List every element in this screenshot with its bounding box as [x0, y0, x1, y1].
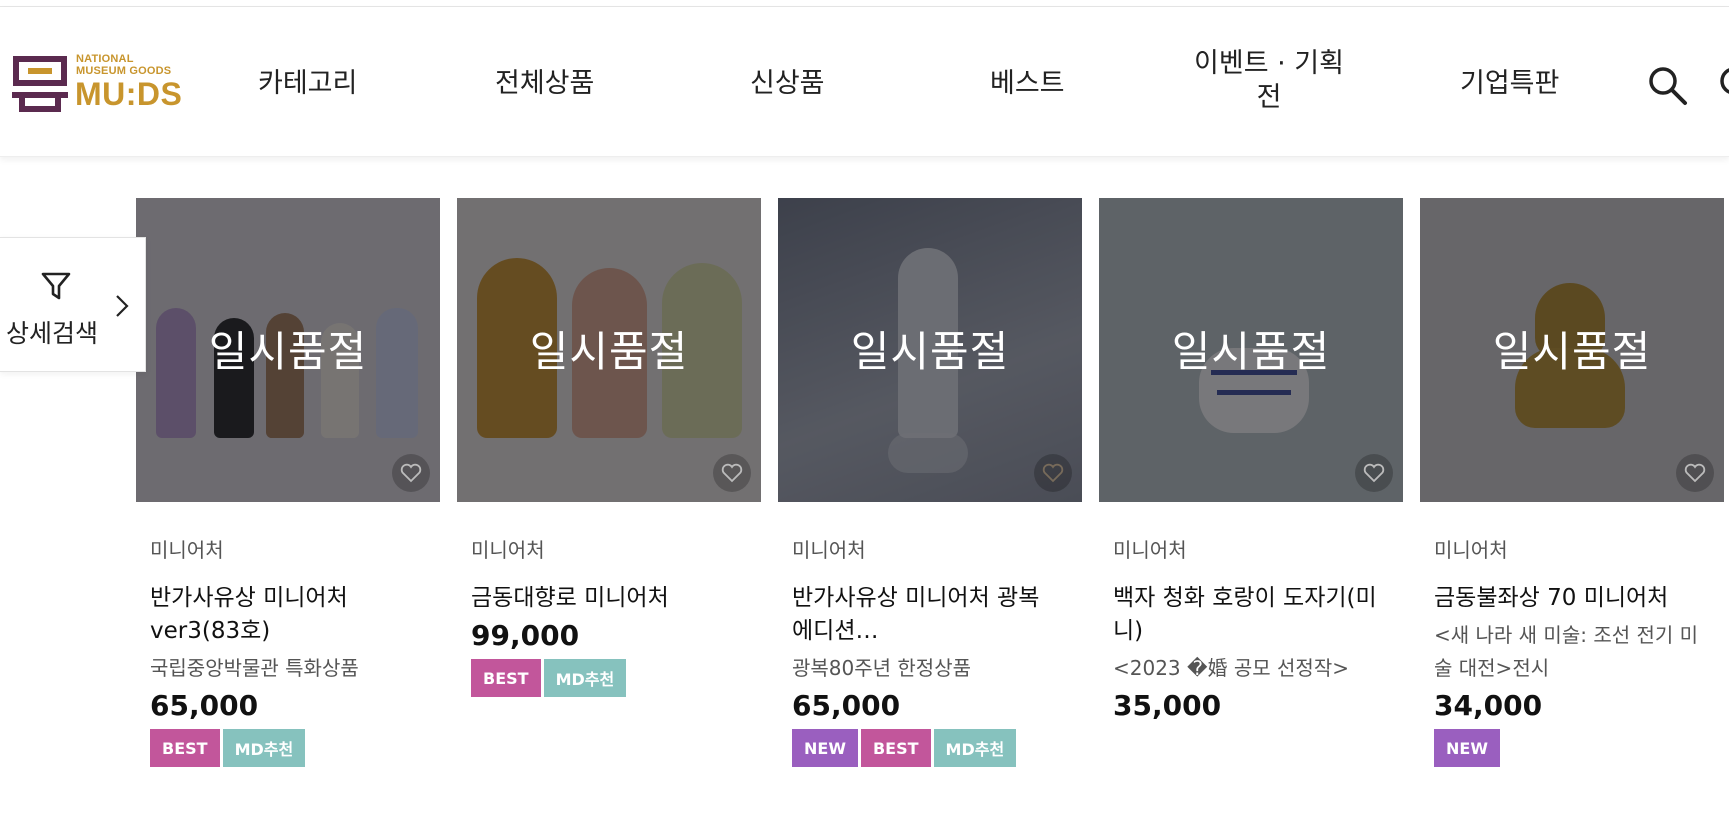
product-image[interactable]: 일시품절 [457, 198, 761, 502]
badge-new: NEW [792, 729, 858, 767]
chevron-right-icon [116, 295, 129, 317]
wishlist-heart-icon[interactable] [392, 454, 430, 492]
product-card[interactable]: 일시품절 미니어처 금동대향로 미니어처 99,000 BEST MD추천 [457, 198, 761, 697]
nav-all-products[interactable]: 전체상품 [495, 67, 594, 101]
badge-best: BEST [150, 729, 220, 767]
soldout-label: 일시품절 [1492, 327, 1652, 376]
product-card[interactable]: 일시품절 미니어처 백자 청화 호랑이 도자기(미 니) <2023 �婚 공모… [1099, 198, 1403, 723]
funnel-icon [41, 272, 71, 300]
soldout-label: 일시품절 [850, 327, 1010, 376]
detail-search-toggle[interactable]: 상세검색 [0, 237, 146, 372]
soldout-label: 일시품절 [529, 327, 689, 376]
product-image[interactable]: 일시품절 [136, 198, 440, 502]
product-category: 미니어처 [471, 538, 545, 562]
nav-best[interactable]: 베스트 [990, 67, 1065, 101]
product-name[interactable]: 금동대향로 미니어처 [471, 582, 751, 615]
product-card[interactable]: 일시품절 미니어처 반가사유상 미니어처 ver3(83호) 국립중앙박물관 특… [136, 198, 440, 767]
wishlist-heart-icon[interactable] [1355, 454, 1393, 492]
wishlist-heart-icon[interactable] [713, 454, 751, 492]
site-header: NATIONAL MUSEUM GOODS MU:DS 카테고리 전체상품 신상… [0, 7, 1729, 157]
product-image[interactable]: 일시품절 [1099, 198, 1403, 502]
product-subtitle: <2023 �婚 공모 선정작> [1113, 656, 1349, 680]
badge-new: NEW [1434, 729, 1500, 767]
badge-group: BEST MD추천 [471, 659, 751, 697]
logo-wordmark: MU:DS [75, 76, 183, 112]
badge-md-pick: MD추천 [933, 729, 1017, 767]
nav-corporate-sales[interactable]: 기업특판 [1460, 67, 1559, 101]
product-category: 미니어처 [792, 538, 866, 562]
product-name[interactable]: 금동불좌상 70 미니어처 [1434, 582, 1714, 615]
product-card[interactable]: 일시품절 미니어처 금동불좌상 70 미니어처 <새 나라 새 미술: 조선 전… [1420, 198, 1724, 767]
muds-logo-mark [12, 56, 68, 112]
nav-new-products[interactable]: 신상품 [750, 67, 825, 101]
product-category: 미니어처 [1113, 538, 1187, 562]
wishlist-heart-icon[interactable] [1676, 454, 1714, 492]
product-price: 34,000 [1434, 689, 1543, 722]
soldout-label: 일시품절 [1171, 327, 1331, 376]
product-subtitle: 국립중앙박물관 특화상품 [150, 656, 359, 680]
product-price: 65,000 [150, 689, 259, 722]
product-price: 35,000 [1113, 689, 1222, 722]
badge-group: NEW BEST MD추천 [792, 729, 1072, 767]
product-image[interactable]: 일시품절 [1420, 198, 1724, 502]
product-subtitle: 광복80주년 한정상품 [792, 656, 972, 680]
badge-best: BEST [471, 659, 541, 697]
wishlist-heart-icon[interactable] [1034, 454, 1072, 492]
product-image[interactable]: 일시품절 [778, 198, 1082, 502]
product-category: 미니어처 [1434, 538, 1508, 562]
detail-search-label: 상세검색 [6, 319, 99, 348]
product-price: 65,000 [792, 689, 901, 722]
product-subtitle: <새 나라 새 미술: 조선 전기 미 술 대전>전시 [1434, 623, 1699, 680]
brand-logo[interactable]: NATIONAL MUSEUM GOODS MU:DS [12, 51, 182, 121]
soldout-label: 일시품절 [208, 327, 368, 376]
search-icon-secondary[interactable] [1718, 65, 1729, 107]
product-card[interactable]: 일시품절 미니어처 반가사유상 미니어처 광복 에디션… 광복80주년 한정상품… [778, 198, 1082, 767]
product-name[interactable]: 백자 청화 호랑이 도자기(미 니) [1113, 582, 1393, 648]
logo-tagline: NATIONAL MUSEUM GOODS [76, 53, 172, 77]
product-price: 99,000 [471, 619, 580, 652]
product-name[interactable]: 반가사유상 미니어처 ver3(83호) [150, 582, 430, 648]
search-icon[interactable] [1647, 65, 1689, 107]
badge-md-pick: MD추천 [543, 659, 627, 697]
product-category: 미니어처 [150, 538, 224, 562]
product-name[interactable]: 반가사유상 미니어처 광복 에디션… [792, 582, 1072, 648]
badge-best: BEST [860, 729, 931, 767]
badge-group: NEW [1434, 729, 1714, 767]
nav-event-exhibition[interactable]: 이벤트 · 기획 전 [1189, 47, 1349, 115]
nav-category[interactable]: 카테고리 [258, 67, 357, 101]
badge-group: BEST MD추천 [150, 729, 430, 767]
badge-md-pick: MD추천 [222, 729, 306, 767]
